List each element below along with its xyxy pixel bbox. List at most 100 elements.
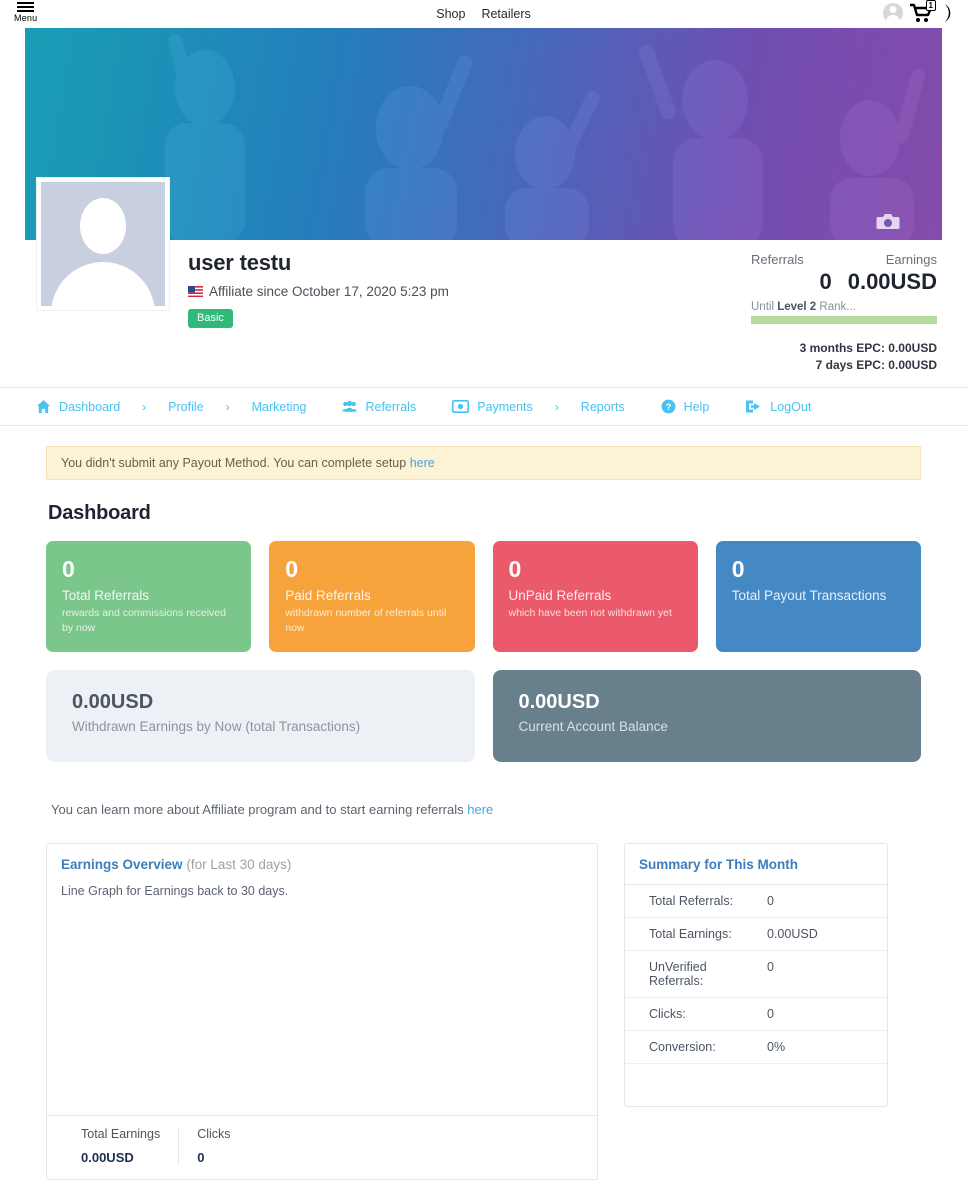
summary-value: 0: [763, 997, 887, 1031]
stat-label: Total Payout Transactions: [731, 588, 887, 603]
svg-text:?: ?: [665, 402, 671, 412]
learn-more-copy: You can learn more about Affiliate progr…: [51, 802, 468, 817]
user-placeholder-avatar: [41, 182, 165, 306]
rank-until-prefix: Until: [751, 301, 778, 313]
wide-card-value: 0.00USD: [72, 691, 154, 713]
footer-total-earnings: Total Earnings 0.00USD: [47, 1127, 178, 1165]
footer-key: Clicks: [197, 1127, 231, 1141]
nav-item-reports[interactable]: Reports: [581, 400, 625, 414]
nav-chevron-icon: ›: [554, 399, 559, 414]
learn-more-text: You can learn more about Affiliate progr…: [51, 802, 921, 817]
nav-item-dashboard[interactable]: Dashboard: [36, 399, 120, 414]
user-avatar-icon[interactable]: [883, 3, 903, 23]
stat-value: 0: [508, 556, 522, 582]
earnings-chart-area: Line Graph for Earnings back to 30 days.: [47, 884, 597, 1115]
nav-label-dashboard: Dashboard: [59, 399, 121, 414]
footer-clicks: Clicks 0: [178, 1127, 248, 1165]
epc-3-months: 3 months EPC: 0.00USD: [799, 341, 937, 355]
payout-method-alert: You didn't submit any Payout Method. You…: [46, 446, 921, 480]
stat-sublabel: rewards and commissions received by now: [62, 607, 226, 634]
card-withdrawn-earnings[interactable]: 0.00USD Withdrawn Earnings by Now (total…: [46, 670, 475, 762]
affiliate-since-text: Affiliate since October 17, 2020 5:23 pm: [209, 284, 449, 299]
footer-value: 0.00USD: [81, 1150, 134, 1165]
question-circle-icon: ?: [661, 399, 676, 414]
stat-sublabel: withdrawn number of referrals until now: [285, 607, 447, 634]
stat-card-total-payout-transactions[interactable]: 0 Total Payout Transactions: [715, 541, 921, 652]
summary-value: 0.00USD: [763, 917, 887, 951]
nav-item-referrals[interactable]: Referrals: [342, 399, 416, 414]
wide-card-value: 0.00USD: [518, 691, 600, 713]
nav-chevron-icon: ›: [142, 399, 147, 414]
profile-name: user testu: [188, 250, 292, 275]
plan-badge: Basic: [188, 309, 233, 328]
summary-key: Total Referrals:: [625, 885, 763, 918]
profile-avatar[interactable]: [37, 178, 169, 310]
table-row: Total Referrals: 0: [625, 885, 887, 918]
stat-card-unpaid-referrals[interactable]: 0 UnPaid Referrals which have been not w…: [492, 541, 698, 652]
nav-label-profile: Profile: [168, 399, 204, 414]
summary-key: Clicks:: [625, 997, 763, 1031]
summary-panel: Summary for This Month Total Referrals: …: [624, 843, 888, 1107]
nav-label-payments: Payments: [477, 399, 533, 414]
table-row: Clicks: 0: [625, 997, 887, 1031]
top-nav-retailers[interactable]: Retailers: [481, 7, 530, 21]
nav-chevron-icon: ›: [225, 399, 230, 414]
nav-item-marketing[interactable]: Marketing: [252, 400, 307, 414]
epc-7-days: 7 days EPC: 0.00USD: [815, 358, 937, 372]
main-content: You didn't submit any Payout Method. You…: [0, 426, 967, 1180]
stat-card-total-referrals[interactable]: 0 Total Referrals rewards and commission…: [46, 541, 252, 652]
camera-icon[interactable]: [876, 212, 900, 231]
hamburger-icon: [17, 2, 35, 12]
earnings-stat-label: Earnings: [885, 252, 937, 267]
stat-value: 0: [62, 556, 75, 582]
table-row: UnVerified Referrals: 0: [625, 950, 887, 998]
rank-until-suffix: Rank...: [816, 301, 856, 313]
wide-card-label: Current Account Balance: [518, 719, 668, 734]
affiliate-since-row: Affiliate since October 17, 2020 5:23 pm: [188, 284, 449, 299]
affiliate-nav: Dashboard › Profile › Marketing Referral…: [0, 388, 967, 426]
nav-item-profile[interactable]: Profile: [168, 400, 203, 414]
table-row: Conversion: 0%: [625, 1030, 887, 1064]
stat-card-paid-referrals[interactable]: 0 Paid Referrals withdrawn number of ref…: [269, 541, 475, 652]
footer-value: 0: [197, 1150, 205, 1165]
top-nav-shop[interactable]: Shop: [436, 7, 465, 21]
nav-item-help[interactable]: ? Help: [661, 399, 710, 414]
alert-setup-link[interactable]: here: [410, 456, 435, 470]
menu-button-label: Menu: [14, 13, 38, 23]
stat-label: Total Referrals: [62, 588, 150, 603]
moon-icon[interactable]: [941, 3, 959, 23]
shopping-cart-button[interactable]: 1: [909, 0, 936, 24]
sign-out-icon: [746, 400, 761, 413]
referrals-stat-value: 0: [819, 269, 832, 294]
summary-key: Conversion:: [625, 1030, 763, 1064]
rank-level: Level 2: [777, 301, 817, 313]
nav-item-logout[interactable]: LogOut: [745, 399, 811, 414]
summary-panel-padding: [625, 1064, 887, 1106]
nav-label-referrals: Referrals: [365, 399, 417, 414]
wide-card-label: Withdrawn Earnings by Now (total Transac…: [72, 719, 361, 734]
nav-label-help: Help: [683, 399, 710, 414]
menu-button[interactable]: Menu: [14, 2, 37, 23]
nav-label-logout: LogOut: [770, 399, 812, 414]
earnings-chart-note: Line Graph for Earnings back to 30 days.: [61, 884, 289, 898]
cart-count-badge: 1: [925, 0, 936, 11]
wide-card-row: 0.00USD Withdrawn Earnings by Now (total…: [46, 670, 921, 762]
nav-label-marketing: Marketing: [251, 399, 307, 414]
summary-key: UnVerified Referrals:: [625, 950, 763, 998]
us-flag-icon: [188, 286, 203, 297]
epc-block: 3 months EPC: 0.00USD 7 days EPC: 0.00US…: [751, 340, 937, 374]
summary-panel-title: Summary for This Month: [625, 844, 887, 885]
users-icon: [342, 400, 358, 412]
card-current-balance[interactable]: 0.00USD Current Account Balance: [492, 670, 921, 762]
rank-progress-label: Until Level 2 Rank...: [751, 301, 937, 313]
nav-item-payments[interactable]: Payments: [452, 399, 533, 414]
summary-value: 0: [763, 950, 887, 998]
top-bar-icons: 1: [883, 0, 959, 24]
footer-key: Total Earnings: [81, 1127, 161, 1141]
referrals-stat-label: Referrals: [751, 252, 804, 267]
nav-label-reports: Reports: [580, 399, 625, 414]
earnings-panel-subtitle: (for Last 30 days): [186, 857, 292, 872]
top-nav: Shop Retailers: [436, 0, 531, 21]
learn-more-link[interactable]: here: [467, 802, 493, 817]
page-title: Dashboard: [48, 502, 151, 524]
